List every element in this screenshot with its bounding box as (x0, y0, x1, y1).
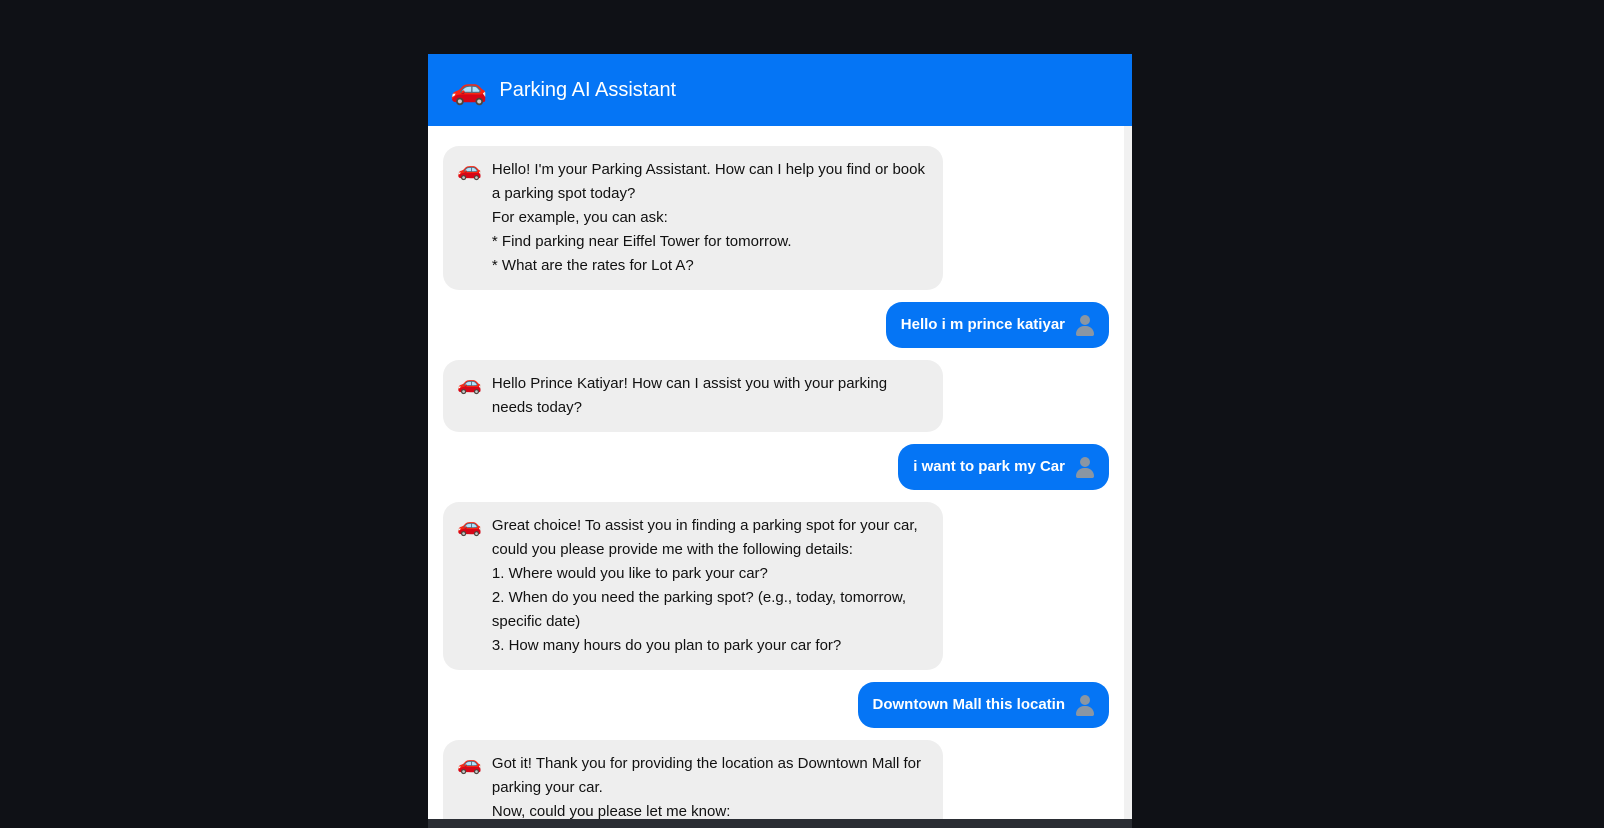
user-message-text: Downtown Mall this locatin (872, 696, 1066, 713)
user-message: i want to park my Car (443, 444, 1109, 490)
car-icon: 🚗 (457, 515, 482, 537)
user-message: Hello i m prince katiyar (443, 302, 1109, 348)
message-line: For example, you can ask: (491, 209, 668, 226)
user-bubble: Downtown Mall this locatin (857, 682, 1109, 728)
message-line: * What are the rates for Lot A? (491, 257, 694, 274)
bot-bubble: 🚗 Great choice! To assist you in finding… (443, 502, 943, 670)
chat-window: 🚗 Parking AI Assistant 🚗 Hello! I'm your… (428, 54, 1132, 819)
car-icon: 🚗 (457, 159, 482, 181)
user-message-text: Hello i m prince katiyar (900, 316, 1065, 333)
car-icon: 🚗 (457, 373, 482, 395)
message-line: Now, could you please let me know: (491, 803, 731, 819)
message-line: Great choice! To assist you in finding a… (491, 517, 918, 558)
user-bubble: Hello i m prince katiyar (885, 302, 1109, 348)
message-line: * Find parking near Eiffel Tower for tom… (491, 233, 792, 250)
bot-message-text: Got it! Thank you for providing the loca… (492, 752, 925, 819)
message-line: 2. When do you need the parking spot? (e… (491, 589, 907, 630)
bot-message: 🚗 Hello! I'm your Parking Assistant. How… (443, 146, 1109, 290)
bot-message: 🚗 Great choice! To assist you in finding… (443, 502, 1109, 670)
bot-bubble: 🚗 Hello! I'm your Parking Assistant. How… (443, 146, 943, 290)
bot-bubble: 🚗 Hello Prince Katiyar! How can I assist… (443, 360, 943, 432)
bot-message-text: Hello Prince Katiyar! How can I assist y… (492, 372, 925, 420)
message-list[interactable]: 🚗 Hello! I'm your Parking Assistant. How… (428, 126, 1124, 819)
chat-title: Parking AI Assistant (499, 78, 677, 101)
message-line: 1. Where would you like to park your car… (491, 565, 768, 582)
user-avatar-icon (1075, 314, 1095, 336)
car-icon: 🚗 (457, 753, 482, 775)
user-avatar-icon (1075, 456, 1095, 478)
chat-header: 🚗 Parking AI Assistant (428, 54, 1132, 126)
input-area-edge (428, 819, 1132, 828)
user-avatar-icon (1075, 694, 1095, 716)
user-message: Downtown Mall this locatin (443, 682, 1109, 728)
message-line: Hello Prince Katiyar! How can I assist y… (491, 375, 888, 416)
car-icon: 🚗 (450, 73, 488, 106)
user-message-text: i want to park my Car (913, 458, 1065, 475)
message-line: Hello! I'm your Parking Assistant. How c… (491, 161, 925, 202)
bot-message-text: Great choice! To assist you in finding a… (492, 514, 925, 658)
scrollbar-track[interactable] (1124, 126, 1132, 819)
bot-message: 🚗 Hello Prince Katiyar! How can I assist… (443, 360, 1109, 432)
user-bubble: i want to park my Car (898, 444, 1109, 490)
bot-message: 🚗 Got it! Thank you for providing the lo… (443, 740, 1109, 819)
message-line: 3. How many hours do you plan to park yo… (491, 637, 842, 654)
bot-bubble: 🚗 Got it! Thank you for providing the lo… (443, 740, 943, 819)
bot-message-text: Hello! I'm your Parking Assistant. How c… (492, 158, 925, 278)
message-line: Got it! Thank you for providing the loca… (491, 755, 922, 796)
